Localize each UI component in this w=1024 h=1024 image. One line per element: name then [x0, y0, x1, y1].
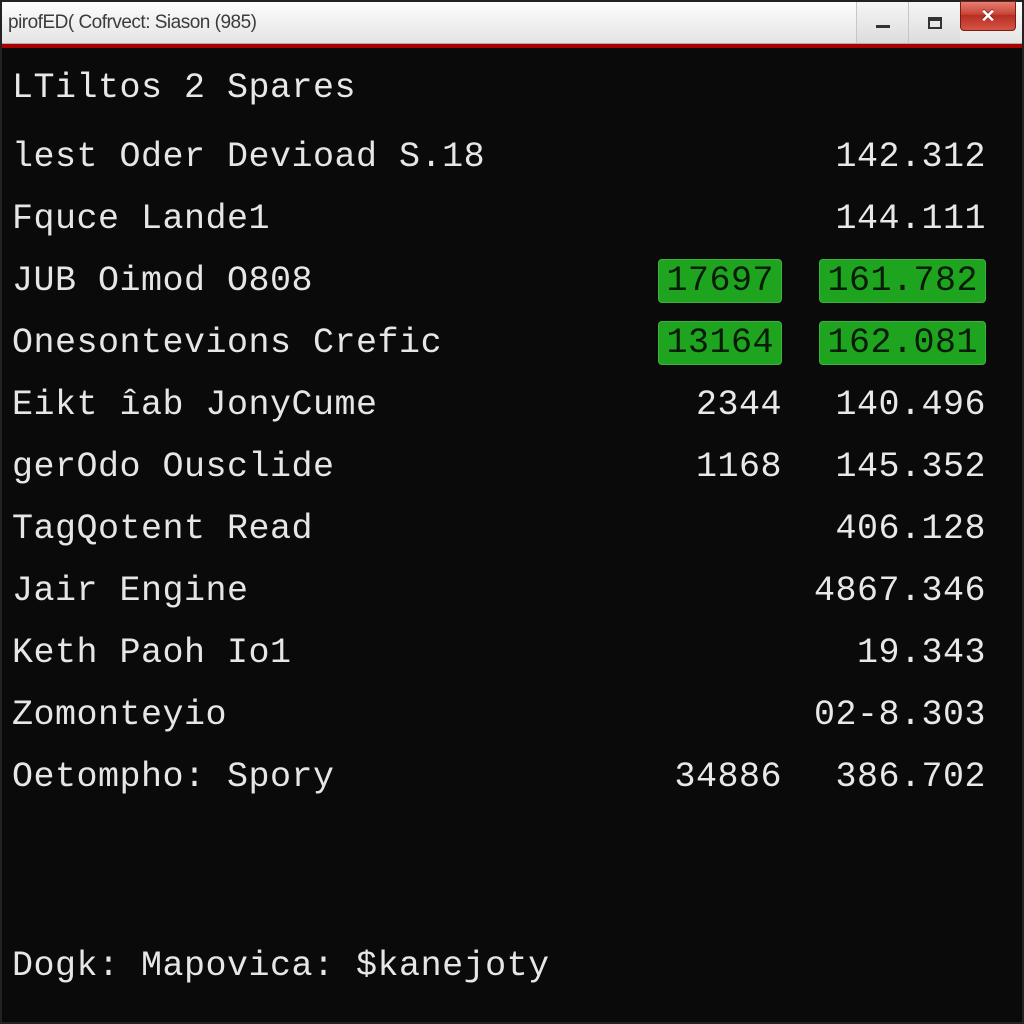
row-val-a: 2344: [622, 385, 782, 425]
data-row: gerOdo Ousclide 1168 145.352: [2, 436, 1022, 498]
minimize-button[interactable]: [856, 2, 908, 43]
highlight-value: 161.782: [819, 259, 986, 303]
row-val-a: 34886: [622, 757, 782, 797]
footer-status: Dogk: Mapovica: $kanejoty: [12, 946, 550, 986]
row-val-b: 161.782: [782, 259, 1022, 303]
row-val-a: 1168: [622, 447, 782, 487]
window-title: pirofED( Cofrvect: Siason (985): [8, 12, 257, 34]
minimize-icon: [876, 25, 890, 28]
row-val-a: 13164: [622, 321, 782, 365]
row-label: Keth Paoh Io1: [12, 633, 622, 673]
maximize-button[interactable]: [908, 2, 960, 43]
data-row: Keth Paoh Io1 19.343: [2, 622, 1022, 684]
app-window: pirofED( Cofrvect: Siason (985) ✕ LTilto…: [0, 0, 1024, 1024]
highlight-value: 162.081: [819, 321, 986, 365]
row-label: Jair Engine: [12, 571, 622, 611]
close-button[interactable]: ✕: [960, 1, 1016, 31]
row-val-a: 17697: [622, 259, 782, 303]
titlebar: pirofED( Cofrvect: Siason (985) ✕: [2, 2, 1022, 44]
row-label: Zomonteyio: [12, 695, 622, 735]
row-label: TagQotent Read: [12, 509, 622, 549]
row-val-b: 144.111: [782, 199, 1022, 239]
row-label: Fquce Lande1: [12, 199, 622, 239]
console-content: LTiltos 2 Spares lest Oder Devioad S.18 …: [2, 44, 1022, 1022]
row-val-b: 02-8.303: [782, 695, 1022, 735]
row-val-b: 406.128: [782, 509, 1022, 549]
row-label: Oetompho: Spory: [12, 757, 622, 797]
data-row: Oetompho: Spory 34886 386.702: [2, 746, 1022, 808]
highlight-value: 13164: [658, 321, 782, 365]
data-row: Onesontevions Crefic 13164 162.081: [2, 312, 1022, 374]
row-val-b: 162.081: [782, 321, 1022, 365]
data-row: lest Oder Devioad S.18 142.312: [2, 126, 1022, 188]
window-controls: ✕: [856, 2, 1022, 43]
data-row: Jair Engine 4867.346: [2, 560, 1022, 622]
row-val-b: 386.702: [782, 757, 1022, 797]
row-label: JUB Oimod O808: [12, 261, 622, 301]
data-row: Eikt îab JonyCume 2344 140.496: [2, 374, 1022, 436]
row-label: Onesontevions Crefic: [12, 323, 622, 363]
row-val-b: 145.352: [782, 447, 1022, 487]
row-label: gerOdo Ousclide: [12, 447, 622, 487]
row-val-b: 142.312: [782, 137, 1022, 177]
row-val-b: 140.496: [782, 385, 1022, 425]
data-row: Fquce Lande1 144.111: [2, 188, 1022, 250]
data-row: TagQotent Read 406.128: [2, 498, 1022, 560]
row-val-b: 19.343: [782, 633, 1022, 673]
row-val-b: 4867.346: [782, 571, 1022, 611]
row-label: Eikt îab JonyCume: [12, 385, 622, 425]
section-title: LTiltos 2 Spares: [2, 68, 1022, 126]
data-row: JUB Oimod O808 17697 161.782: [2, 250, 1022, 312]
data-row: Zomonteyio 02-8.303: [2, 684, 1022, 746]
row-label: lest Oder Devioad S.18: [12, 137, 622, 177]
maximize-icon: [928, 17, 942, 29]
close-icon: ✕: [980, 6, 995, 27]
highlight-value: 17697: [658, 259, 782, 303]
